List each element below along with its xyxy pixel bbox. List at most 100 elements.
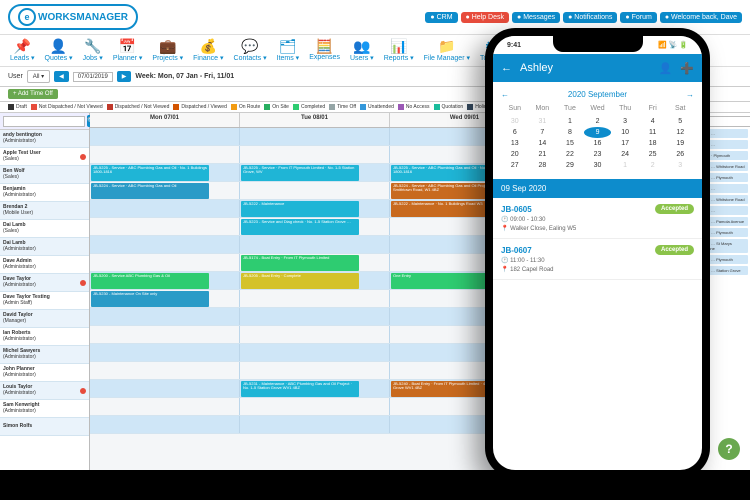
help-button[interactable]: ? bbox=[718, 438, 740, 460]
user-row[interactable]: Dave Taylor Testing(Admin Staff) bbox=[0, 292, 89, 310]
menu-quotes-[interactable]: 👤Quotes ▾ bbox=[45, 39, 73, 62]
calendar-day[interactable]: 19 bbox=[666, 138, 694, 149]
calendar-day[interactable]: 16 bbox=[584, 138, 612, 149]
calendar-day[interactable]: 11 bbox=[639, 127, 667, 138]
menu-projects-[interactable]: 💼Projects ▾ bbox=[152, 39, 183, 62]
toplink-welcome-back-dave[interactable]: ● Welcome back, Dave bbox=[660, 12, 742, 23]
menu-file-manager-[interactable]: 📁File Manager ▾ bbox=[424, 39, 470, 62]
user-icon[interactable]: 👤 bbox=[659, 62, 673, 75]
menu-reports-[interactable]: 📊Reports ▾ bbox=[384, 39, 414, 62]
schedule-cell[interactable]: JB-5174 - Boat Entry · From IT Plymouth … bbox=[240, 254, 390, 271]
user-row[interactable]: Michel Sawyers(Administrator) bbox=[0, 346, 89, 364]
calendar-day[interactable]: 8 bbox=[556, 127, 584, 138]
calendar-day[interactable]: 31 bbox=[529, 116, 557, 127]
job-card[interactable]: JB-5225 - Service · ABC Plumbing Gas and… bbox=[91, 165, 209, 181]
cal-prev-icon[interactable]: ← bbox=[501, 90, 509, 99]
schedule-cell[interactable]: JB-5225 - Service · ABC Plumbing Gas and… bbox=[90, 164, 240, 181]
calendar-day[interactable]: 5 bbox=[666, 116, 694, 127]
user-row[interactable]: David Taylor(Manager) bbox=[0, 310, 89, 328]
add-time-off-button[interactable]: + Add Time Off bbox=[8, 89, 58, 99]
job-card[interactable]: JB-5225 - Service · From IT Plymouth Lim… bbox=[241, 165, 359, 181]
schedule-cell[interactable] bbox=[90, 236, 240, 253]
user-row[interactable]: Louis Taylor(Administrator) bbox=[0, 382, 89, 400]
schedule-cell[interactable] bbox=[240, 236, 390, 253]
job-card[interactable]: JB-5174 - Boat Entry · From IT Plymouth … bbox=[241, 255, 359, 271]
schedule-cell[interactable]: JB-5225 - Service · From IT Plymouth Lim… bbox=[240, 164, 390, 181]
date-input[interactable]: 07/01/2019 bbox=[73, 72, 113, 82]
toplink-notifications[interactable]: ● Notifications bbox=[563, 12, 617, 23]
schedule-cell[interactable]: JB-5222 - Maintenance bbox=[240, 200, 390, 217]
schedule-cell[interactable]: JB-5205 - Boat Entry · Complete bbox=[240, 272, 390, 289]
next-week-button[interactable]: ▶ bbox=[117, 71, 132, 82]
schedule-cell[interactable] bbox=[240, 290, 390, 307]
calendar-day[interactable]: 13 bbox=[501, 138, 529, 149]
schedule-cell[interactable]: JB-5231 - Maintenance · ABC Plumbing Gas… bbox=[240, 380, 390, 397]
user-filter-dropdown[interactable]: All ▾ bbox=[27, 70, 50, 83]
job-card[interactable]: JB-5222 - Maintenance bbox=[241, 201, 359, 217]
calendar-day[interactable]: 26 bbox=[666, 149, 694, 160]
cal-next-icon[interactable]: → bbox=[686, 90, 694, 99]
add-icon[interactable]: ➕ bbox=[680, 62, 694, 75]
schedule-cell[interactable] bbox=[90, 416, 240, 433]
calendar-day[interactable]: 7 bbox=[529, 127, 557, 138]
menu-jobs-[interactable]: 🔧Jobs ▾ bbox=[83, 39, 103, 62]
job-card[interactable]: JB-5223 - Service and Diag check · No. 1… bbox=[241, 219, 359, 235]
menu-items-[interactable]: 🗂Items ▾ bbox=[277, 39, 300, 62]
menu-planner-[interactable]: 📅Planner ▾ bbox=[113, 39, 143, 62]
user-row[interactable]: Dai Lamb(Sales) bbox=[0, 220, 89, 238]
calendar-day[interactable]: 25 bbox=[639, 149, 667, 160]
schedule-cell[interactable] bbox=[90, 200, 240, 217]
schedule-cell[interactable] bbox=[240, 326, 390, 343]
calendar-day[interactable]: 3 bbox=[666, 160, 694, 171]
calendar-day[interactable]: 22 bbox=[556, 149, 584, 160]
calendar-day[interactable]: 3 bbox=[611, 116, 639, 127]
schedule-cell[interactable] bbox=[90, 218, 240, 235]
user-row[interactable]: Ian Roberts(Administrator) bbox=[0, 328, 89, 346]
schedule-cell[interactable] bbox=[90, 380, 240, 397]
job-card[interactable]: JB-5231 - Maintenance · ABC Plumbing Gas… bbox=[241, 381, 359, 397]
calendar-day[interactable]: 30 bbox=[501, 116, 529, 127]
user-row[interactable]: Brendan 2(Mobile User) bbox=[0, 202, 89, 220]
calendar-day[interactable]: 23 bbox=[584, 149, 612, 160]
job-card[interactable]: JB-5224 - Service · ABC Plumbing Gas and… bbox=[91, 183, 209, 199]
toplink-help-desk[interactable]: ● Help Desk bbox=[461, 12, 509, 23]
schedule-cell[interactable] bbox=[240, 182, 390, 199]
schedule-cell[interactable] bbox=[90, 326, 240, 343]
job-card[interactable]: JB-5230 - Maintenance On Site only bbox=[91, 291, 209, 307]
toplink-forum[interactable]: ● Forum bbox=[620, 12, 656, 23]
menu-contacts-[interactable]: 💬Contacts ▾ bbox=[234, 39, 267, 62]
schedule-cell[interactable] bbox=[240, 308, 390, 325]
calendar-day[interactable]: 15 bbox=[556, 138, 584, 149]
calendar-day[interactable]: 10 bbox=[611, 127, 639, 138]
calendar-day[interactable]: 27 bbox=[501, 160, 529, 171]
toplink-crm[interactable]: ● CRM bbox=[425, 12, 457, 23]
user-row[interactable]: Dave Taylor(Administrator) bbox=[0, 274, 89, 292]
user-row[interactable]: andy bentington(Administrator) bbox=[0, 130, 89, 148]
calendar-day[interactable]: 29 bbox=[556, 160, 584, 171]
calendar-day[interactable]: 30 bbox=[584, 160, 612, 171]
user-row[interactable]: John Planner(Administrator) bbox=[0, 364, 89, 382]
schedule-cell[interactable] bbox=[90, 308, 240, 325]
schedule-cell[interactable]: JB-5223 - Service and Diag check · No. 1… bbox=[240, 218, 390, 235]
user-row[interactable]: Dai Lamb(Administrator) bbox=[0, 238, 89, 256]
calendar-day[interactable]: 18 bbox=[639, 138, 667, 149]
calendar-day[interactable]: 28 bbox=[529, 160, 557, 171]
schedule-cell[interactable] bbox=[240, 344, 390, 361]
schedule-cell[interactable] bbox=[90, 128, 240, 145]
phone-job-card[interactable]: JB-0605Accepted🕐 09:00 - 10:30📍 Walker C… bbox=[493, 198, 702, 239]
schedule-cell[interactable] bbox=[90, 362, 240, 379]
schedule-cell[interactable] bbox=[240, 146, 390, 163]
schedule-cell[interactable] bbox=[90, 398, 240, 415]
schedule-cell[interactable] bbox=[240, 416, 390, 433]
schedule-cell[interactable] bbox=[240, 362, 390, 379]
job-card[interactable]: JB-5205 - Boat Entry · Complete bbox=[241, 273, 359, 289]
user-row[interactable]: Sam Kenwright(Administrator) bbox=[0, 400, 89, 418]
menu-finance-[interactable]: 💰Finance ▾ bbox=[193, 39, 223, 62]
calendar-day[interactable]: 2 bbox=[639, 160, 667, 171]
user-search-input[interactable] bbox=[3, 116, 85, 127]
menu-expenses[interactable]: 🧮Expenses bbox=[309, 39, 340, 62]
schedule-cell[interactable]: JB-5224 - Service · ABC Plumbing Gas and… bbox=[90, 182, 240, 199]
user-row[interactable]: Apple Test User(Sales) bbox=[0, 148, 89, 166]
back-icon[interactable]: ← bbox=[501, 62, 512, 74]
calendar-day[interactable]: 24 bbox=[611, 149, 639, 160]
